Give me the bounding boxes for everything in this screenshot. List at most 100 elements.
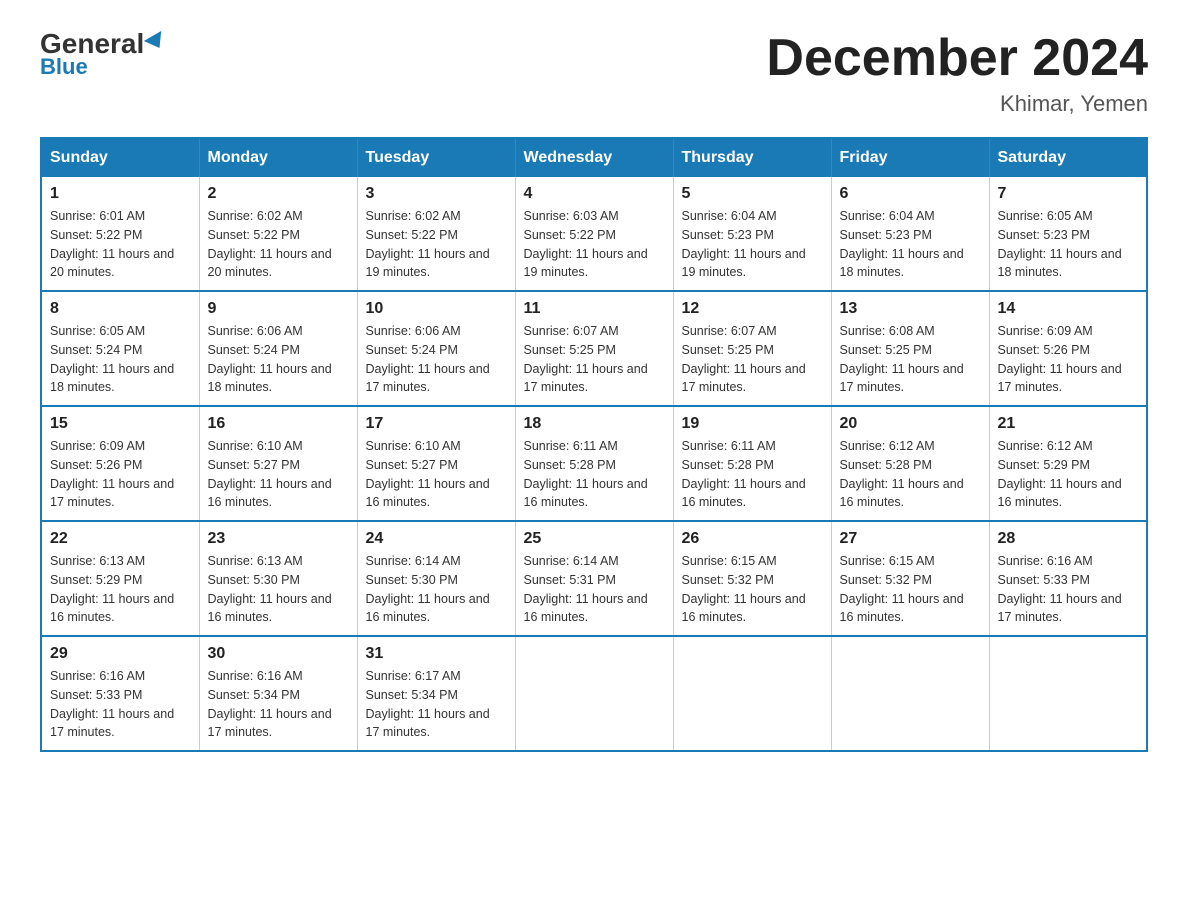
day-number: 7: [998, 185, 1139, 203]
day-number: 3: [366, 185, 507, 203]
table-row: 22 Sunrise: 6:13 AMSunset: 5:29 PMDaylig…: [41, 521, 199, 636]
table-row: 19 Sunrise: 6:11 AMSunset: 5:28 PMDaylig…: [673, 406, 831, 521]
day-number: 27: [840, 530, 981, 548]
day-number: 12: [682, 300, 823, 318]
day-number: 17: [366, 415, 507, 433]
calendar-week-row: 15 Sunrise: 6:09 AMSunset: 5:26 PMDaylig…: [41, 406, 1147, 521]
day-info: Sunrise: 6:01 AMSunset: 5:22 PMDaylight:…: [50, 207, 191, 282]
table-row: 29 Sunrise: 6:16 AMSunset: 5:33 PMDaylig…: [41, 636, 199, 751]
day-info: Sunrise: 6:14 AMSunset: 5:31 PMDaylight:…: [524, 552, 665, 627]
day-number: 18: [524, 415, 665, 433]
day-info: Sunrise: 6:04 AMSunset: 5:23 PMDaylight:…: [840, 207, 981, 282]
table-row: [673, 636, 831, 751]
day-number: 6: [840, 185, 981, 203]
day-number: 31: [366, 645, 507, 663]
location: Khimar, Yemen: [766, 91, 1148, 117]
day-info: Sunrise: 6:13 AMSunset: 5:29 PMDaylight:…: [50, 552, 191, 627]
day-info: Sunrise: 6:15 AMSunset: 5:32 PMDaylight:…: [682, 552, 823, 627]
day-info: Sunrise: 6:05 AMSunset: 5:24 PMDaylight:…: [50, 322, 191, 397]
day-info: Sunrise: 6:15 AMSunset: 5:32 PMDaylight:…: [840, 552, 981, 627]
day-number: 20: [840, 415, 981, 433]
day-info: Sunrise: 6:17 AMSunset: 5:34 PMDaylight:…: [366, 667, 507, 742]
day-info: Sunrise: 6:02 AMSunset: 5:22 PMDaylight:…: [366, 207, 507, 282]
day-number: 2: [208, 185, 349, 203]
table-row: 1 Sunrise: 6:01 AMSunset: 5:22 PMDayligh…: [41, 177, 199, 291]
table-row: 27 Sunrise: 6:15 AMSunset: 5:32 PMDaylig…: [831, 521, 989, 636]
day-number: 4: [524, 185, 665, 203]
table-row: 25 Sunrise: 6:14 AMSunset: 5:31 PMDaylig…: [515, 521, 673, 636]
col-tuesday: Tuesday: [357, 138, 515, 177]
table-row: 7 Sunrise: 6:05 AMSunset: 5:23 PMDayligh…: [989, 177, 1147, 291]
day-number: 29: [50, 645, 191, 663]
day-number: 8: [50, 300, 191, 318]
table-row: 8 Sunrise: 6:05 AMSunset: 5:24 PMDayligh…: [41, 291, 199, 406]
day-info: Sunrise: 6:02 AMSunset: 5:22 PMDaylight:…: [208, 207, 349, 282]
table-row: 24 Sunrise: 6:14 AMSunset: 5:30 PMDaylig…: [357, 521, 515, 636]
day-number: 23: [208, 530, 349, 548]
day-number: 15: [50, 415, 191, 433]
calendar-week-row: 22 Sunrise: 6:13 AMSunset: 5:29 PMDaylig…: [41, 521, 1147, 636]
table-row: 26 Sunrise: 6:15 AMSunset: 5:32 PMDaylig…: [673, 521, 831, 636]
day-info: Sunrise: 6:11 AMSunset: 5:28 PMDaylight:…: [682, 437, 823, 512]
day-info: Sunrise: 6:10 AMSunset: 5:27 PMDaylight:…: [366, 437, 507, 512]
table-row: 28 Sunrise: 6:16 AMSunset: 5:33 PMDaylig…: [989, 521, 1147, 636]
table-row: 4 Sunrise: 6:03 AMSunset: 5:22 PMDayligh…: [515, 177, 673, 291]
logo-triangle-icon: [144, 31, 168, 53]
calendar-table: Sunday Monday Tuesday Wednesday Thursday…: [40, 137, 1148, 752]
table-row: 31 Sunrise: 6:17 AMSunset: 5:34 PMDaylig…: [357, 636, 515, 751]
table-row: [831, 636, 989, 751]
day-number: 1: [50, 185, 191, 203]
table-row: 21 Sunrise: 6:12 AMSunset: 5:29 PMDaylig…: [989, 406, 1147, 521]
day-info: Sunrise: 6:09 AMSunset: 5:26 PMDaylight:…: [50, 437, 191, 512]
table-row: 2 Sunrise: 6:02 AMSunset: 5:22 PMDayligh…: [199, 177, 357, 291]
title-section: December 2024 Khimar, Yemen: [766, 30, 1148, 117]
day-number: 28: [998, 530, 1139, 548]
day-number: 14: [998, 300, 1139, 318]
table-row: 10 Sunrise: 6:06 AMSunset: 5:24 PMDaylig…: [357, 291, 515, 406]
month-title: December 2024: [766, 30, 1148, 87]
table-row: 20 Sunrise: 6:12 AMSunset: 5:28 PMDaylig…: [831, 406, 989, 521]
table-row: 15 Sunrise: 6:09 AMSunset: 5:26 PMDaylig…: [41, 406, 199, 521]
day-number: 13: [840, 300, 981, 318]
table-row: 17 Sunrise: 6:10 AMSunset: 5:27 PMDaylig…: [357, 406, 515, 521]
day-number: 25: [524, 530, 665, 548]
col-wednesday: Wednesday: [515, 138, 673, 177]
page-header: General Blue December 2024 Khimar, Yemen: [40, 30, 1148, 117]
col-sunday: Sunday: [41, 138, 199, 177]
col-monday: Monday: [199, 138, 357, 177]
day-number: 24: [366, 530, 507, 548]
table-row: [989, 636, 1147, 751]
table-row: 6 Sunrise: 6:04 AMSunset: 5:23 PMDayligh…: [831, 177, 989, 291]
day-number: 21: [998, 415, 1139, 433]
day-info: Sunrise: 6:10 AMSunset: 5:27 PMDaylight:…: [208, 437, 349, 512]
day-info: Sunrise: 6:12 AMSunset: 5:29 PMDaylight:…: [998, 437, 1139, 512]
table-row: 23 Sunrise: 6:13 AMSunset: 5:30 PMDaylig…: [199, 521, 357, 636]
day-info: Sunrise: 6:06 AMSunset: 5:24 PMDaylight:…: [208, 322, 349, 397]
logo-blue: Blue: [40, 54, 88, 80]
day-info: Sunrise: 6:06 AMSunset: 5:24 PMDaylight:…: [366, 322, 507, 397]
table-row: 14 Sunrise: 6:09 AMSunset: 5:26 PMDaylig…: [989, 291, 1147, 406]
table-row: [515, 636, 673, 751]
table-row: 12 Sunrise: 6:07 AMSunset: 5:25 PMDaylig…: [673, 291, 831, 406]
table-row: 5 Sunrise: 6:04 AMSunset: 5:23 PMDayligh…: [673, 177, 831, 291]
day-info: Sunrise: 6:16 AMSunset: 5:33 PMDaylight:…: [998, 552, 1139, 627]
col-saturday: Saturday: [989, 138, 1147, 177]
table-row: 13 Sunrise: 6:08 AMSunset: 5:25 PMDaylig…: [831, 291, 989, 406]
day-info: Sunrise: 6:12 AMSunset: 5:28 PMDaylight:…: [840, 437, 981, 512]
calendar-week-row: 29 Sunrise: 6:16 AMSunset: 5:33 PMDaylig…: [41, 636, 1147, 751]
day-info: Sunrise: 6:08 AMSunset: 5:25 PMDaylight:…: [840, 322, 981, 397]
day-info: Sunrise: 6:16 AMSunset: 5:34 PMDaylight:…: [208, 667, 349, 742]
day-info: Sunrise: 6:13 AMSunset: 5:30 PMDaylight:…: [208, 552, 349, 627]
table-row: 30 Sunrise: 6:16 AMSunset: 5:34 PMDaylig…: [199, 636, 357, 751]
calendar-header-row: Sunday Monday Tuesday Wednesday Thursday…: [41, 138, 1147, 177]
day-number: 16: [208, 415, 349, 433]
calendar-week-row: 1 Sunrise: 6:01 AMSunset: 5:22 PMDayligh…: [41, 177, 1147, 291]
day-number: 10: [366, 300, 507, 318]
day-info: Sunrise: 6:14 AMSunset: 5:30 PMDaylight:…: [366, 552, 507, 627]
day-info: Sunrise: 6:03 AMSunset: 5:22 PMDaylight:…: [524, 207, 665, 282]
day-info: Sunrise: 6:16 AMSunset: 5:33 PMDaylight:…: [50, 667, 191, 742]
day-number: 26: [682, 530, 823, 548]
day-number: 5: [682, 185, 823, 203]
col-thursday: Thursday: [673, 138, 831, 177]
calendar-week-row: 8 Sunrise: 6:05 AMSunset: 5:24 PMDayligh…: [41, 291, 1147, 406]
